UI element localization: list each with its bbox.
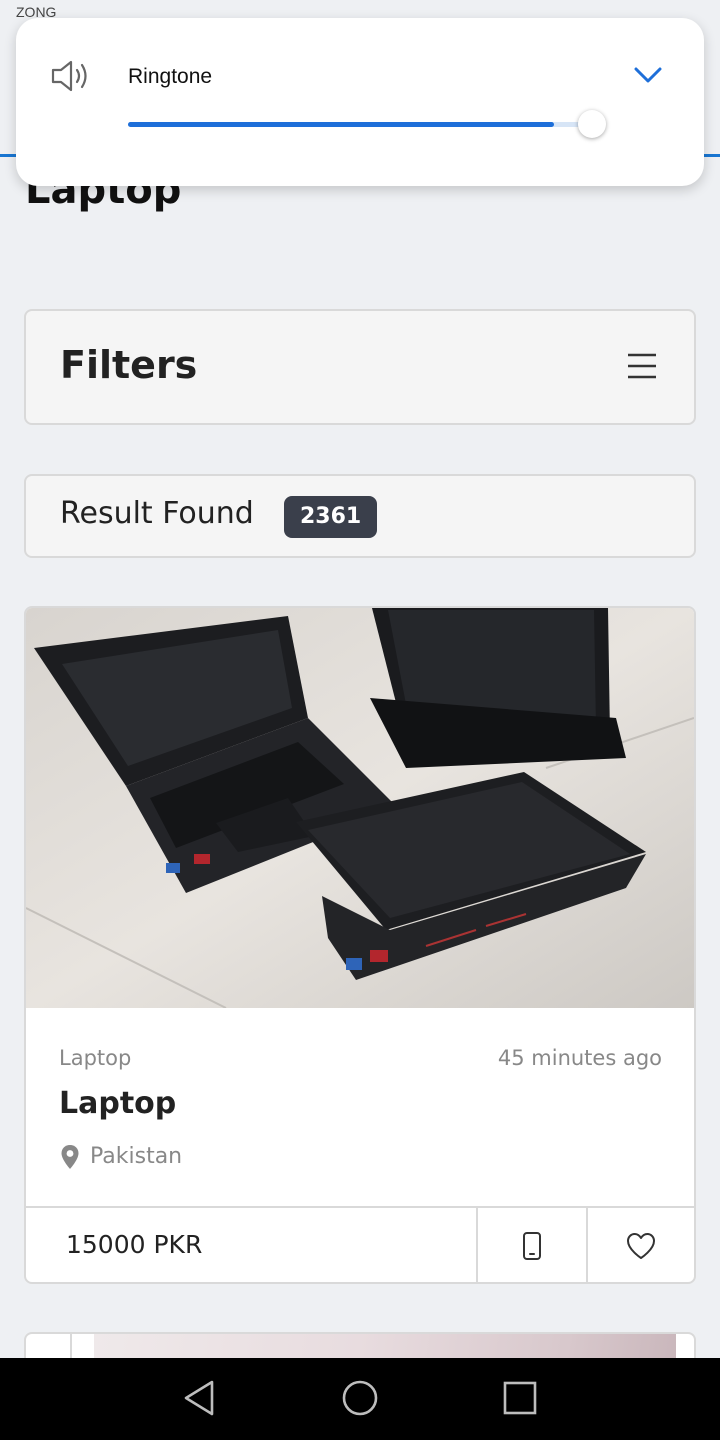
recents-icon[interactable] <box>500 1378 540 1418</box>
phone-icon <box>523 1232 541 1260</box>
speaker-icon[interactable] <box>50 58 94 94</box>
volume-slider[interactable] <box>128 122 584 127</box>
listing-title[interactable]: Laptop <box>59 1086 176 1121</box>
volume-slider-fill <box>128 122 555 127</box>
volume-stream-label: Ringtone <box>128 65 213 88</box>
menu-icon[interactable] <box>626 351 658 381</box>
listing-location: Pakistan <box>90 1144 183 1169</box>
listing-price: 15000 PKR <box>66 1230 203 1259</box>
map-pin-icon <box>61 1145 79 1169</box>
filters-title: Filters <box>60 343 198 387</box>
listing-timestamp: 45 minutes ago <box>497 1046 662 1070</box>
result-count-badge: 2361 <box>284 496 378 538</box>
heart-icon <box>627 1233 655 1259</box>
call-button[interactable] <box>476 1208 586 1282</box>
result-found-label: Result Found <box>60 496 254 531</box>
listing-footer: 15000 PKR <box>26 1206 694 1282</box>
listing-category: Laptop <box>59 1046 132 1070</box>
volume-slider-thumb[interactable] <box>578 110 607 138</box>
listing-image[interactable] <box>26 608 694 1008</box>
chevron-down-icon[interactable] <box>632 64 664 86</box>
volume-panel[interactable]: Ringtone <box>16 18 704 186</box>
back-icon[interactable] <box>180 1378 220 1418</box>
favorite-button[interactable] <box>586 1208 694 1282</box>
listing-card[interactable]: Laptop 45 minutes ago Laptop Pakistan 15… <box>24 606 696 1284</box>
home-icon[interactable] <box>340 1378 380 1418</box>
system-nav-bar <box>0 1358 720 1440</box>
filters-panel[interactable]: Filters <box>24 309 696 425</box>
result-count-bar: Result Found 2361 <box>24 474 696 558</box>
